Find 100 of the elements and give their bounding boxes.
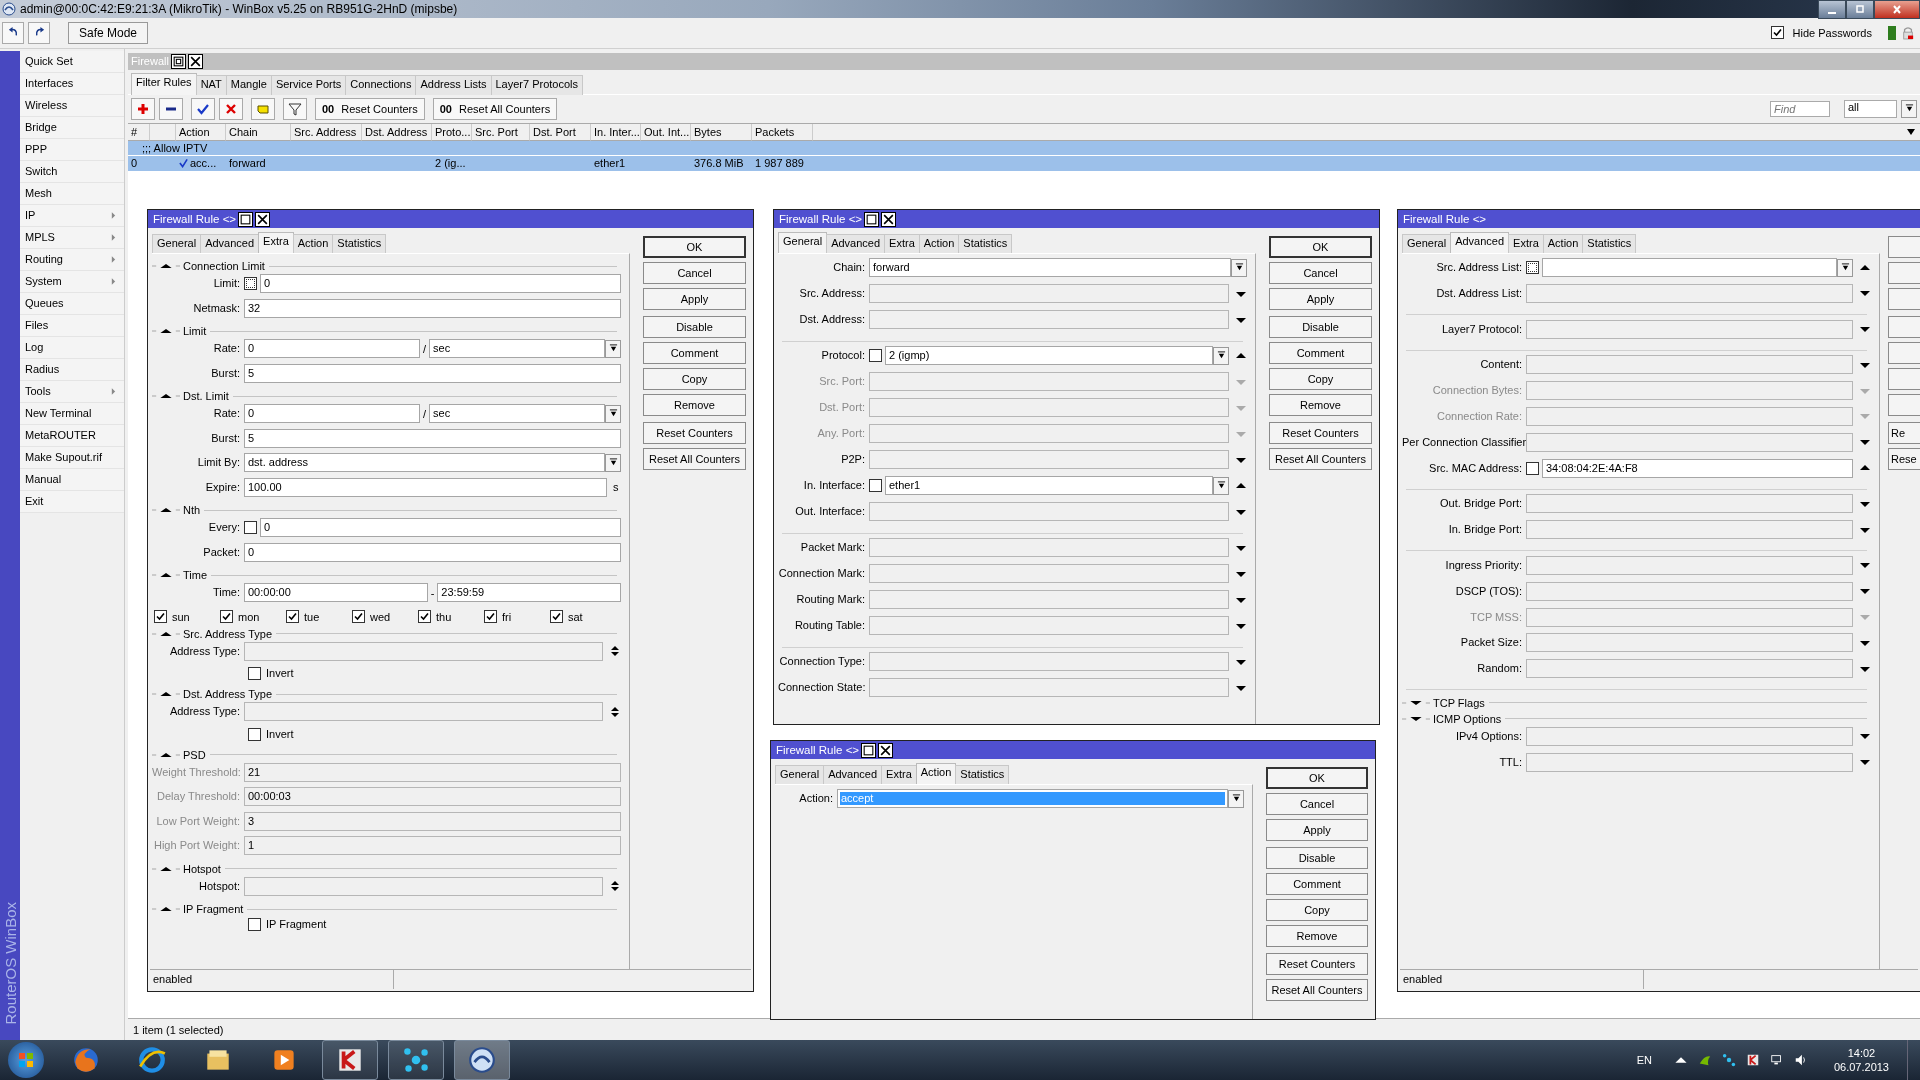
dialog-button[interactable]: Comment <box>1269 342 1372 364</box>
dialog-button[interactable]: Apply <box>1266 819 1368 841</box>
collapse-icon[interactable] <box>152 750 180 759</box>
taskbar-app-button[interactable] <box>322 1040 378 1080</box>
dialog-button[interactable]: Cancel <box>1266 793 1368 815</box>
checkbox[interactable] <box>869 479 882 492</box>
dialog-button[interactable] <box>1888 288 1920 310</box>
input-field[interactable]: 100.00 <box>244 477 607 497</box>
dialog-button[interactable]: Reset Counters <box>1266 953 1368 975</box>
restore-button[interactable] <box>170 53 186 69</box>
tray-app-icon[interactable] <box>1697 1053 1712 1067</box>
taskbar-app-button[interactable] <box>454 1040 510 1080</box>
checkbox[interactable] <box>352 610 365 623</box>
minimize-button[interactable] <box>1818 0 1846 19</box>
input-field[interactable] <box>1526 520 1853 540</box>
column-header[interactable]: In. Inter... <box>591 123 641 141</box>
dialog-button[interactable]: Comment <box>643 342 746 364</box>
dialog-button[interactable] <box>1888 394 1920 416</box>
dialog-button[interactable]: Copy <box>1269 368 1372 390</box>
dialog-button[interactable] <box>1888 316 1920 338</box>
collapse-icon[interactable] <box>152 327 180 335</box>
dropdown-button[interactable] <box>1837 258 1853 277</box>
tab[interactable]: Action <box>915 763 957 785</box>
tab[interactable]: Extra <box>1508 234 1544 254</box>
checkbox[interactable] <box>1526 261 1539 274</box>
input-field[interactable]: sec <box>429 404 605 423</box>
language-indicator[interactable]: EN <box>1636 1054 1652 1066</box>
menu-item[interactable]: Radius <box>25 362 60 375</box>
tab[interactable]: NAT <box>195 74 227 95</box>
column-header[interactable]: Dst. Address <box>362 123 432 141</box>
tab[interactable]: Action <box>292 234 334 254</box>
input-field[interactable] <box>1526 319 1853 339</box>
checkbox[interactable] <box>869 349 882 362</box>
column-header[interactable]: Dst. Port <box>530 123 591 141</box>
input-field[interactable] <box>869 372 1229 391</box>
checkbox[interactable] <box>484 610 497 623</box>
input-field[interactable] <box>1526 407 1853 426</box>
tab[interactable]: Action <box>1542 234 1584 254</box>
input-field[interactable] <box>869 284 1229 303</box>
dialog-button[interactable]: Reset Counters <box>1269 422 1372 444</box>
collapse-icon[interactable] <box>152 629 180 638</box>
menu-item[interactable]: PPP <box>25 142 47 155</box>
taskbar-app-button[interactable] <box>388 1040 444 1080</box>
input-field[interactable] <box>869 678 1229 697</box>
menu-item[interactable]: Mesh <box>25 186 52 199</box>
redo-button[interactable] <box>28 22 50 44</box>
dialog-button[interactable]: Rese <box>1888 448 1920 470</box>
tab[interactable]: Mangle <box>225 74 272 95</box>
close-button[interactable] <box>881 211 897 227</box>
close-button[interactable] <box>255 211 271 227</box>
dialog-button[interactable]: Remove <box>1266 925 1368 947</box>
tab[interactable]: Statistics <box>958 234 1013 254</box>
menu-item[interactable]: Switch <box>25 164 58 177</box>
dialog-button[interactable] <box>1888 342 1920 364</box>
dialog-button[interactable]: Remove <box>643 394 746 416</box>
reset-counters-button[interactable]: 00 Reset All Counters <box>432 97 558 120</box>
input-field[interactable] <box>1526 752 1853 772</box>
dropdown-button[interactable] <box>1213 476 1229 495</box>
dialog-button[interactable]: Reset Counters <box>643 422 746 444</box>
input-field[interactable]: 0 <box>260 518 621 537</box>
input-field[interactable] <box>869 502 1229 521</box>
checkbox[interactable] <box>1770 26 1784 40</box>
tab[interactable]: Advanced <box>200 234 260 254</box>
volume-icon[interactable] <box>1793 1053 1808 1067</box>
collapse-icon[interactable] <box>152 506 180 514</box>
tab[interactable]: Advanced <box>826 234 886 254</box>
enable-button[interactable] <box>191 97 215 120</box>
input-field[interactable] <box>869 616 1229 635</box>
menu-item[interactable]: IP <box>25 208 36 221</box>
input-field[interactable] <box>869 424 1229 443</box>
dialog-button[interactable] <box>1888 262 1920 284</box>
input-field[interactable]: 23:59:59 <box>437 583 621 602</box>
find-field[interactable]: Find <box>1770 100 1830 117</box>
close-button[interactable] <box>878 742 894 758</box>
column-header[interactable]: Packets <box>752 123 813 141</box>
tab[interactable]: Extra <box>881 765 917 785</box>
input-field[interactable] <box>244 641 603 661</box>
input-field[interactable]: 2 (igmp) <box>885 346 1213 365</box>
input-field[interactable] <box>1526 381 1853 401</box>
dialog-button[interactable]: Disable <box>1266 847 1368 869</box>
column-header[interactable]: Src. Port <box>472 123 530 141</box>
reset-counters-button[interactable]: 00 Reset Counters <box>315 97 425 120</box>
tab[interactable]: Filter Rules <box>131 72 197 95</box>
collapse-icon[interactable] <box>152 262 180 270</box>
input-field[interactable] <box>869 564 1229 583</box>
input-field[interactable] <box>1526 355 1853 375</box>
dropdown-button[interactable] <box>605 339 621 358</box>
maximize-button[interactable] <box>864 211 880 227</box>
dialog-button[interactable]: Reset All Counters <box>643 448 746 470</box>
dialog-button[interactable]: OK <box>643 236 746 258</box>
input-field[interactable] <box>869 450 1229 469</box>
input-field[interactable]: 5 <box>244 363 621 383</box>
input-field[interactable] <box>1526 432 1853 452</box>
input-field[interactable]: ether1 <box>885 476 1213 495</box>
input-field[interactable] <box>869 398 1229 417</box>
menu-item[interactable]: Log <box>25 340 44 353</box>
checkbox[interactable] <box>418 610 431 623</box>
dialog-button[interactable]: Disable <box>1269 316 1372 338</box>
input-field[interactable] <box>1526 607 1853 627</box>
tray-network-icon[interactable] <box>1721 1053 1736 1067</box>
